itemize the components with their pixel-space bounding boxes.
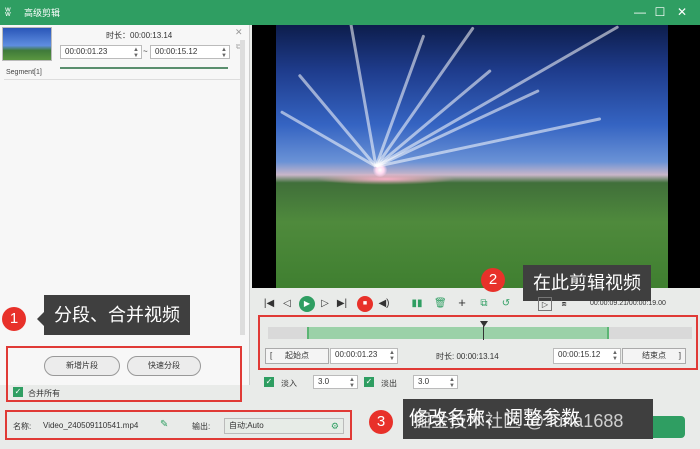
new-segment-button[interactable]: 新增片段 [44, 356, 120, 376]
callout-3-badge: 3 [369, 410, 393, 434]
end-point-label: 结束点 [642, 351, 666, 360]
segment-start-value: 00:00:01.23 [65, 47, 108, 56]
step-forward-icon[interactable]: ▷ [319, 297, 331, 311]
spinner-icon[interactable]: ▲ ▼ [221, 47, 227, 59]
segment-end-value: 00:00:15.12 [155, 47, 198, 56]
fade-in-checkbox[interactable]: ✓ [264, 377, 274, 387]
callout-2-text: 在此剪辑视频 [523, 265, 651, 301]
quick-split-button[interactable]: 快速分段 [127, 356, 201, 376]
app-logo-icon: ʬ [5, 5, 11, 19]
range-duration: 时长: 00:00:13.14 [436, 352, 499, 361]
segment-dash: ~ [143, 47, 148, 56]
segment-thumbnail[interactable] [2, 27, 52, 61]
fade-in-value: 3.0 [318, 377, 330, 386]
fullscreen-icon[interactable]: ⧈ [557, 297, 571, 311]
divider [4, 79, 244, 80]
stop-button[interactable]: ■ [357, 296, 373, 312]
copy-icon[interactable]: ⧉ [478, 297, 490, 311]
fade-in-label: 淡入 [281, 379, 297, 388]
timeline-selection[interactable] [307, 327, 609, 339]
fade-in-field[interactable]: 3.0 ▲ ▼ [313, 375, 358, 389]
video-frame [276, 25, 668, 288]
range-start-field[interactable]: 00:00:01.23 ▲ ▼ [330, 348, 398, 364]
window-title: 高级剪辑 [24, 8, 61, 18]
range-start-value: 00:00:01.23 [335, 350, 378, 359]
end-point-button[interactable]: 结束点 ] [622, 348, 686, 364]
output-select[interactable]: 自动;Auto ⚙ [224, 418, 344, 434]
range-end-field[interactable]: 00:00:15.12 ▲ ▼ [553, 348, 621, 364]
segment-label: Segment[1] [6, 69, 42, 76]
play-button[interactable]: ▶ [299, 296, 315, 312]
panel-scrollbar[interactable] [240, 40, 245, 335]
range-end-value: 00:00:15.12 [558, 350, 601, 359]
spinner-icon[interactable]: ▲ ▼ [349, 377, 355, 389]
delete-icon[interactable]: 🗑 [434, 297, 447, 311]
video-preview[interactable] [252, 25, 700, 288]
frame-prev-icon[interactable]: ▷ [538, 297, 552, 311]
skip-end-icon[interactable]: ▶| [335, 297, 349, 311]
output-value: 自动;Auto [229, 421, 264, 430]
segment-start-field[interactable]: 00:00:01.23 ▲ ▼ [60, 45, 142, 59]
segment-progress-bar [60, 67, 228, 69]
watermark: 掘金技术社区 @ luna1688 [413, 411, 624, 431]
reset-icon[interactable]: ↺ [500, 297, 512, 311]
start-point-button[interactable]: [ 起始点 [265, 348, 329, 364]
maximize-icon[interactable]: ☐ [652, 4, 668, 20]
step-back-icon[interactable]: ◁ [281, 297, 293, 311]
segment-duration: 时长：00:00:13.14 [106, 31, 173, 40]
start-point-label: 起始点 [285, 351, 309, 360]
segment-end-field[interactable]: 00:00:15.12 ▲ ▼ [150, 45, 230, 59]
fade-out-checkbox[interactable]: ✓ [364, 377, 374, 387]
spinner-icon[interactable]: ▲ ▼ [389, 350, 395, 362]
player-time: 00:00:09.21/00:00:19.00 [590, 300, 666, 307]
merge-all-label: 合并所有 [28, 389, 60, 398]
fade-out-value: 3.0 [418, 377, 430, 386]
callout-1-text: 分段、合并视频 [44, 295, 190, 335]
minimize-icon[interactable]: — [632, 4, 648, 20]
edit-icon[interactable]: ✎ [160, 419, 168, 430]
spinner-icon[interactable]: ▲ ▼ [133, 47, 139, 59]
output-name: Video_240509110541.mp4 [43, 421, 139, 430]
callout-1-badge: 1 [2, 307, 26, 331]
settings-gear-icon[interactable]: ⚙ [331, 419, 339, 433]
skip-start-icon[interactable]: |◀ [263, 297, 275, 311]
name-label: 名称: [13, 422, 32, 431]
volume-icon[interactable]: ◀) [377, 297, 391, 311]
playhead-line [483, 326, 484, 340]
segment-close-icon[interactable]: ✕ [235, 27, 243, 38]
callout-2-badge: 2 [481, 268, 505, 292]
spinner-icon[interactable]: ▲ ▼ [612, 350, 618, 362]
merge-all-checkbox[interactable]: ✓ [13, 387, 23, 397]
split-icon[interactable]: ▮▮ [410, 297, 424, 311]
spinner-icon[interactable]: ▲ ▼ [449, 377, 455, 389]
close-icon[interactable]: ✕ [674, 4, 690, 20]
bracket-left: [ [270, 351, 273, 360]
fade-out-label: 淡出 [381, 379, 397, 388]
output-label: 输出: [192, 422, 211, 431]
title-bar: ʬ 高级剪辑 — ☐ ✕ [0, 0, 700, 25]
bracket-right: ] [678, 351, 681, 360]
playhead-icon[interactable] [480, 321, 488, 327]
fade-out-field[interactable]: 3.0 ▲ ▼ [413, 375, 458, 389]
add-icon[interactable]: + [456, 296, 468, 310]
